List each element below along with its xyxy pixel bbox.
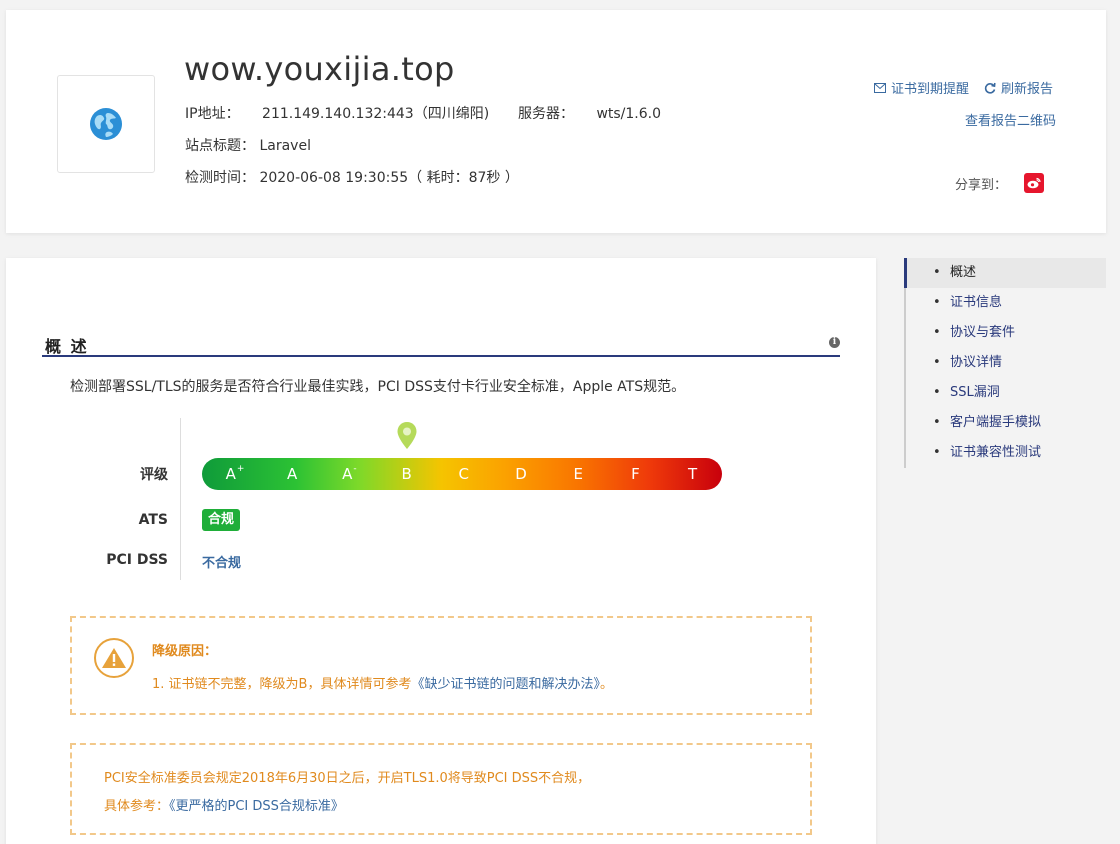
pci-status-value: 不合规	[202, 556, 242, 571]
nav-item-label: 协议与套件	[950, 325, 1016, 340]
nav-bullet: •	[933, 355, 941, 370]
ip-value: 211.149.140.132:443（四川绵阳)	[262, 106, 490, 122]
overview-card: 概 述 i 检测部署SSL/TLS的服务是否符合行业最佳实践，PCI DSS支付…	[6, 258, 876, 844]
pci-dss-standard-link[interactable]: 《更严格的PCI DSS合规标准》	[169, 799, 344, 814]
nav-item-4[interactable]: • SSL漏洞	[906, 378, 1106, 408]
nav-active-indicator	[904, 258, 907, 288]
nav-item-1[interactable]: • 证书信息	[906, 288, 1106, 318]
divider-line	[180, 418, 181, 580]
grade-letter-a: A	[287, 465, 298, 483]
globe-icon	[90, 108, 122, 140]
overview-title: 概 述	[45, 337, 89, 356]
server-value: wts/1.6.0	[596, 106, 662, 122]
downgrade-reason-text: 1. 证书链不完整，降级为B，具体详情可参考《缺少证书链的问题和解决办法》。	[152, 673, 613, 692]
nav-item-label: 证书兼容性测试	[950, 445, 1042, 460]
overview-description: 检测部署SSL/TLS的服务是否符合行业最佳实践，PCI DSS支付卡行业安全标…	[70, 379, 686, 395]
grade-letter-aplus: A+	[225, 464, 245, 483]
refresh-icon	[984, 82, 996, 94]
weibo-icon	[1027, 177, 1041, 189]
site-title-value: Laravel	[259, 138, 311, 154]
expiry-reminder-label: 证书到期提醒	[891, 82, 970, 97]
grade-marker-pin-icon	[397, 422, 417, 449]
report-qr-link[interactable]: 查看报告二维码	[965, 110, 1056, 129]
refresh-report-button[interactable]: 刷新报告	[984, 78, 1053, 97]
overview-section-header: 概 述 i	[42, 330, 840, 357]
check-time-row: 检测时间： 2020-06-08 19:30:55（ 耗时：87秒 ）	[185, 167, 519, 187]
nav-bullet: •	[933, 265, 941, 280]
grade-label: 评级	[140, 467, 168, 483]
downgrade-reason-box: 降级原因： 1. 证书链不完整，降级为B，具体详情可参考《缺少证书链的问题和解决…	[70, 616, 812, 715]
nav-item-0[interactable]: • 概述	[906, 258, 1106, 288]
envelope-icon	[874, 82, 886, 93]
server-label: 服务器：	[518, 106, 574, 122]
warning-circle	[94, 638, 134, 678]
domain-title: wow.youxijia.top	[184, 50, 455, 88]
server-row: 服务器： wts/1.6.0	[518, 103, 661, 123]
pci-label: PCI DSS	[106, 552, 168, 568]
pci-notice-text: PCI安全标准委员会规定2018年6月30日之后，开启TLS1.0将导致PCI …	[104, 771, 591, 786]
check-time-value: 2020-06-08 19:30:55（ 耗时：87秒 ）	[259, 170, 519, 186]
grade-letter-f: F	[631, 465, 640, 483]
pci-notice-reference: 具体参考：《更严格的PCI DSS合规标准》	[104, 795, 344, 814]
grade-modifier: +	[236, 464, 245, 474]
ip-row: IP地址： 211.149.140.132:443（四川绵阳)	[185, 103, 489, 123]
nav-bullet: •	[933, 445, 941, 460]
site-header-card: wow.youxijia.top IP地址： 211.149.140.132:4…	[6, 10, 1106, 233]
section-nav: • 概述 • 证书信息 • 协议与套件 • 协议详情 • SSL漏洞 • 客户端握手模拟 • 证书兼容性测…	[904, 258, 1106, 468]
site-title-label: 站点标题：	[185, 138, 255, 154]
ats-label: ATS	[138, 512, 168, 528]
nav-bullet: •	[933, 325, 941, 340]
expiry-reminder-button[interactable]: 证书到期提醒	[874, 78, 969, 97]
grade-letter-aminus: A-	[342, 464, 357, 483]
pci-reference-label: 具体参考：	[104, 799, 170, 814]
downgrade-reason-body: 1. 证书链不完整，降级为B，具体详情可参考	[152, 677, 412, 692]
nav-item-label: 证书信息	[950, 295, 1003, 310]
nav-item-2[interactable]: • 协议与套件	[906, 318, 1106, 348]
grade-letter-e: E	[573, 465, 583, 483]
ip-label: IP地址：	[185, 106, 240, 122]
nav-item-5[interactable]: • 客户端握手模拟	[906, 408, 1106, 438]
nav-item-label: SSL漏洞	[950, 385, 1000, 400]
weibo-share-button[interactable]	[1024, 173, 1044, 193]
site-title-row: 站点标题： Laravel	[185, 135, 311, 155]
info-icon[interactable]: i	[829, 337, 840, 348]
refresh-report-label: 刷新报告	[1001, 82, 1054, 97]
grade-letter-t: T	[688, 465, 698, 483]
nav-bullet: •	[933, 295, 941, 310]
grade-letter-c: C	[458, 465, 470, 483]
missing-cert-chain-link[interactable]: 《缺少证书链的问题和解决办法》	[411, 677, 600, 692]
nav-item-6[interactable]: • 证书兼容性测试	[906, 438, 1106, 468]
site-favicon-box	[57, 75, 155, 173]
grade-letter-b: B	[401, 465, 412, 483]
downgrade-reason-suffix: 。	[599, 677, 613, 692]
nav-item-label: 协议详情	[950, 355, 1003, 370]
downgrade-reason-title: 降级原因：	[152, 644, 218, 659]
check-time-label: 检测时间：	[185, 170, 255, 186]
grade-letter-d: D	[515, 465, 527, 483]
nav-bullet: •	[933, 415, 941, 430]
nav-item-3[interactable]: • 协议详情	[906, 348, 1106, 378]
pci-notice-box: PCI安全标准委员会规定2018年6月30日之后，开启TLS1.0将导致PCI …	[70, 743, 812, 835]
grade-modifier: -	[353, 464, 357, 474]
share-label: 分享到：	[955, 178, 1008, 193]
nav-item-label: 概述	[950, 265, 977, 280]
warning-triangle-icon	[102, 648, 126, 668]
nav-item-label: 客户端握手模拟	[950, 415, 1042, 430]
nav-bullet: •	[933, 385, 941, 400]
ats-status-badge: 合规	[202, 509, 241, 531]
